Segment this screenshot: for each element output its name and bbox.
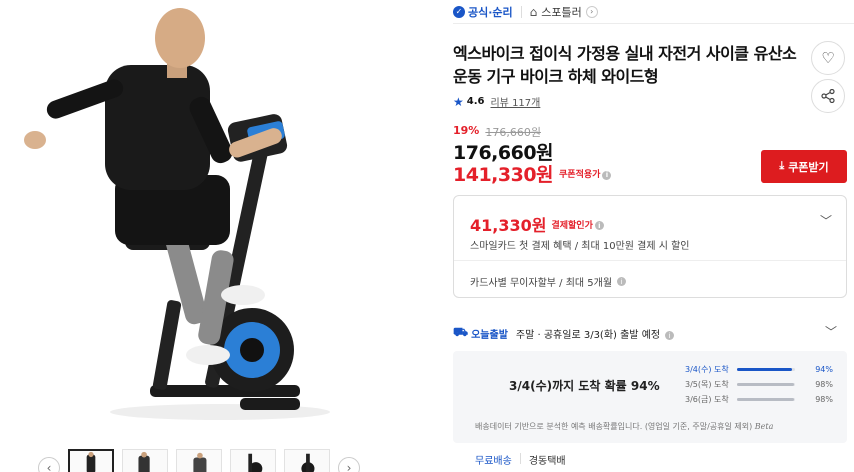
coupon-button-label: 쿠폰받기 bbox=[788, 161, 829, 174]
product-gallery: ‹ › bbox=[0, 0, 425, 472]
probability-bar-track bbox=[737, 383, 795, 386]
check-shield-icon: ✓ bbox=[453, 5, 465, 18]
official-label: 공식·순리 bbox=[468, 5, 513, 19]
shipping-note: 배송데이터 기반으로 분석한 예측 배송확률입니다. (영업일 기준, 주말/공… bbox=[475, 421, 773, 432]
thumbnail-4[interactable] bbox=[230, 449, 276, 472]
rating-score: 4.6 bbox=[466, 96, 485, 107]
store-link[interactable]: ⌂ 스포틀러 › bbox=[530, 4, 598, 20]
exercise-bike-illustration bbox=[24, 8, 330, 420]
chevron-down-icon[interactable]: ﹀ bbox=[825, 323, 837, 340]
thumbnail-strip: ‹ › bbox=[38, 449, 378, 472]
chevron-right-icon[interactable]: › bbox=[338, 457, 360, 472]
heart-icon: ♡ bbox=[821, 49, 835, 67]
chevron-down-icon[interactable]: ﹀ bbox=[820, 212, 832, 229]
departure-text: 주말 · 공휴일로 3/3(화) 출발 예정 i bbox=[515, 326, 675, 341]
product-info-panel: ✓ 공식·순리 ⌂ 스포틀러 › 엑스바이크 접이식 가정용 실내 자전거 사이… bbox=[453, 0, 854, 472]
shipping-header: ⛟ 오늘출발 주말 · 공휴일로 3/3(화) 출발 예정 i ﹀ bbox=[453, 325, 847, 341]
wishlist-button[interactable]: ♡ bbox=[811, 41, 845, 75]
divider bbox=[519, 453, 521, 464]
arrival-date: 3/4(수) 도착 bbox=[685, 365, 729, 374]
info-icon[interactable]: i bbox=[594, 221, 604, 230]
share-icon bbox=[821, 89, 835, 103]
installment-text: 카드사별 무이자할부 / 최대 5개월 bbox=[470, 278, 613, 289]
pay-label-text: 결제할인가 bbox=[551, 220, 593, 231]
today-dispatch-badge: ⛟ 오늘출발 bbox=[453, 325, 508, 341]
arrival-probability-bars: 3/4(수) 도착 94% 3/5(목) 도착 98% 3/6(금) 도착 98% bbox=[685, 362, 845, 407]
arrival-date: 3/5(목) 도착 bbox=[685, 380, 729, 389]
probability-bar-fill bbox=[737, 398, 794, 401]
divider bbox=[520, 5, 522, 18]
arrival-percent: 98% bbox=[815, 380, 833, 389]
info-icon[interactable]: i bbox=[665, 331, 675, 340]
chevron-right-icon: › bbox=[585, 5, 598, 18]
coupon-price-row: 141,330원 쿠폰적용가 i bbox=[453, 160, 612, 187]
chevron-left-icon[interactable]: ‹ bbox=[38, 457, 60, 472]
official-badge[interactable]: ✓ 공식·순리 bbox=[453, 4, 513, 20]
beta-label: Beta bbox=[754, 422, 774, 431]
thumbnail-5[interactable] bbox=[284, 449, 330, 472]
product-title: 엑스바이크 접이식 가정용 실내 자전거 사이클 유산소 운동 기구 바이크 하… bbox=[453, 44, 797, 86]
probability-bar-fill bbox=[737, 368, 792, 371]
store-name: 스포틀러 bbox=[541, 5, 582, 19]
product-main-image[interactable] bbox=[0, 0, 425, 440]
arrival-percent: 98% bbox=[815, 395, 833, 404]
store-bar: ✓ 공식·순리 ⌂ 스포틀러 › bbox=[453, 0, 854, 24]
arrival-prob-row: 3/6(금) 도착 98% bbox=[685, 392, 845, 407]
home-icon: ⌂ bbox=[529, 4, 538, 19]
info-icon[interactable]: i bbox=[617, 277, 627, 286]
probability-bar-track bbox=[737, 398, 795, 401]
installment-info: 카드사별 무이자할부 / 최대 5개월 i bbox=[470, 274, 627, 289]
thumbnail-3[interactable] bbox=[176, 449, 222, 472]
coupon-price: 141,330원 bbox=[453, 164, 554, 186]
probability-bar-fill bbox=[737, 383, 794, 386]
divider bbox=[454, 260, 846, 261]
departure-text-value: 주말 · 공휴일로 3/3(화) 출발 예정 bbox=[515, 329, 661, 341]
pay-price-label: 결제할인가 i bbox=[551, 218, 604, 231]
free-shipping-label: 무료배송 bbox=[475, 456, 512, 467]
share-button[interactable] bbox=[811, 79, 845, 113]
rating-row: ★ 4.6 리뷰 117개 bbox=[453, 94, 540, 110]
thumbnail-1[interactable] bbox=[68, 449, 114, 472]
arrival-date: 3/6(금) 도착 bbox=[685, 395, 729, 404]
coupon-download-button[interactable]: ⤓ 쿠폰받기 bbox=[761, 150, 847, 183]
pay-price-row: 41,330원 결제할인가 i bbox=[470, 212, 604, 236]
thumbnail-2[interactable] bbox=[122, 449, 168, 472]
info-icon[interactable]: i bbox=[602, 170, 612, 180]
coupon-price-label: 쿠폰적용가 i bbox=[559, 167, 612, 180]
review-link[interactable]: 리뷰 117개 bbox=[490, 94, 540, 109]
pay-description: 스마일카드 첫 결제 혜택 / 최대 10만원 결제 시 할인 bbox=[470, 241, 690, 252]
download-icon: ⤓ bbox=[779, 160, 785, 172]
star-icon: ★ bbox=[453, 94, 464, 109]
today-label: 오늘출발 bbox=[471, 329, 508, 341]
shipping-note-text: 배송데이터 기반으로 분석한 예측 배송확률입니다. (영업일 기준, 주말/공… bbox=[475, 422, 753, 431]
payment-benefit-card: 41,330원 결제할인가 i ﹀ 스마일카드 첫 결제 혜택 / 최대 10만원… bbox=[453, 195, 847, 298]
arrival-probability: 3/4(수)까지 도착 확률 94% bbox=[509, 379, 660, 393]
arrival-prob-row: 3/4(수) 도착 94% bbox=[685, 362, 845, 377]
truck-icon: ⛟ bbox=[453, 325, 469, 339]
coupon-label-text: 쿠폰적용가 bbox=[559, 170, 601, 180]
arrival-percent: 94% bbox=[815, 365, 833, 374]
courier-name: 경동택배 bbox=[528, 456, 566, 467]
arrival-probability-box: 3/4(수)까지 도착 확률 94% 3/4(수) 도착 94% 3/5(목) 도착… bbox=[453, 351, 847, 443]
probability-bar-track bbox=[737, 368, 795, 371]
delivery-row: 무료배송 경동택배 bbox=[475, 452, 566, 467]
arrival-prob-row: 3/5(목) 도착 98% bbox=[685, 377, 845, 392]
pay-price: 41,330원 bbox=[470, 216, 547, 235]
